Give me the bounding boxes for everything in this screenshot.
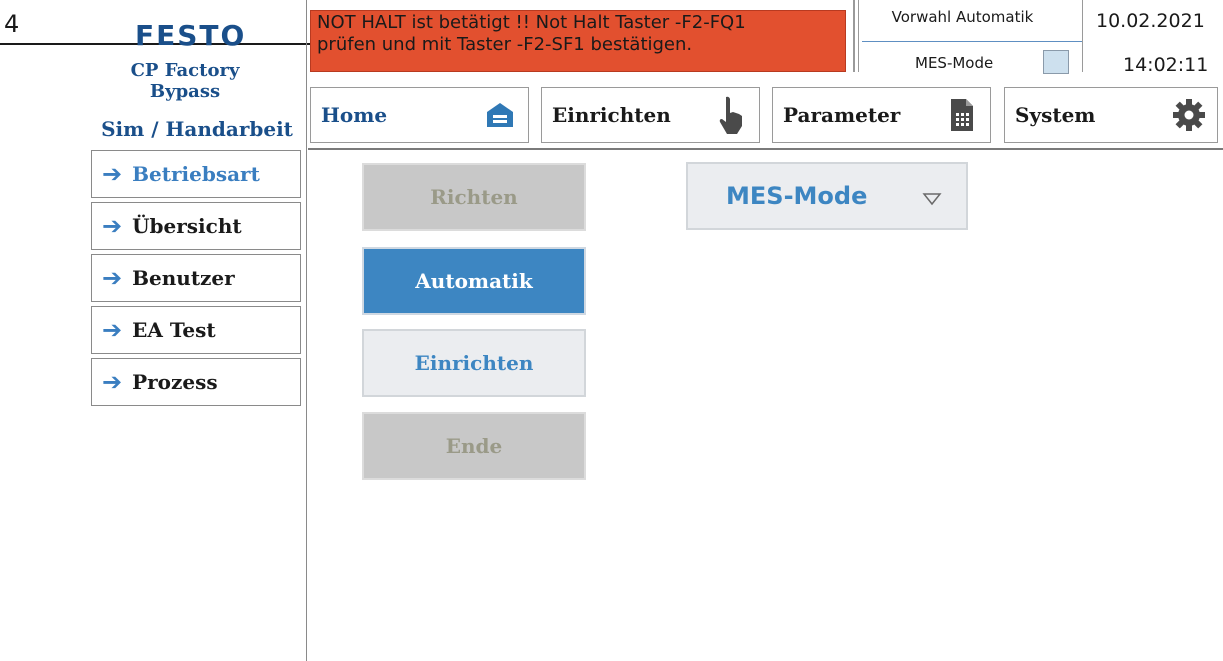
chevron-down-icon (922, 184, 942, 212)
automatik-button[interactable]: Automatik (362, 247, 586, 315)
station-mode: Sim / Handarbeit (101, 117, 293, 141)
mes-mode-value: MES-Mode (726, 182, 868, 210)
home-icon (482, 95, 518, 135)
ende-button[interactable]: Ende (362, 412, 586, 480)
sidebar-item-benutzer[interactable]: ➔ Benutzer (91, 254, 301, 302)
nav-einrichten-button[interactable]: Einrichten (541, 87, 760, 143)
station-line2: Bypass (149, 81, 221, 102)
sidebar-item-label: EA Test (132, 318, 216, 342)
mes-mode-indicator (1043, 50, 1069, 74)
mes-mode-label: MES-Mode (915, 54, 994, 72)
sidebar-item-label: Übersicht (132, 214, 242, 238)
festo-logo: FESTO (135, 19, 247, 52)
alarm-banner[interactable]: NOT HALT ist betätigt !! Not Halt Taster… (310, 10, 846, 72)
sidebar-item-prozess[interactable]: ➔ Prozess (91, 358, 301, 406)
nav-home-label: Home (321, 103, 388, 127)
richten-button[interactable]: Richten (362, 163, 586, 231)
einrichten-button[interactable]: Einrichten (362, 329, 586, 397)
sidebar-item-uebersicht[interactable]: ➔ Übersicht (91, 202, 301, 250)
sidebar-item-label: Benutzer (132, 266, 235, 290)
divider (1082, 0, 1083, 72)
nav-parameter-button[interactable]: Parameter (772, 87, 991, 143)
date-display: 10.02.2021 (1096, 10, 1205, 32)
header-divider (308, 148, 1223, 150)
nav-einrichten-label: Einrichten (552, 103, 671, 127)
nav-home-button[interactable]: Home (310, 87, 529, 143)
sidebar-item-betriebsart[interactable]: ➔ Betriebsart (91, 150, 301, 198)
alarm-line1: NOT HALT ist betätigt !! Not Halt Taster… (317, 12, 746, 33)
arrow-right-icon: ➔ (102, 160, 123, 188)
document-icon (944, 95, 980, 135)
sidebar-divider (306, 0, 307, 661)
arrow-right-icon: ➔ (102, 264, 123, 292)
hand-pointer-icon (713, 95, 749, 135)
preselect-label: Vorwahl Automatik (891, 8, 1034, 26)
arrow-right-icon: ➔ (102, 212, 123, 240)
nav-parameter-label: Parameter (783, 103, 901, 127)
sidebar-item-label: Betriebsart (132, 162, 260, 186)
arrow-right-icon: ➔ (102, 368, 123, 396)
callout-number: 4 (4, 10, 20, 38)
mes-mode-dropdown[interactable]: MES-Mode (686, 162, 968, 230)
gear-icon (1171, 95, 1207, 135)
sidebar-item-ea-test[interactable]: ➔ EA Test (91, 306, 301, 354)
station-line1: CP Factory (130, 60, 240, 81)
sidebar-item-label: Prozess (132, 370, 218, 394)
divider (862, 41, 1082, 42)
arrow-right-icon: ➔ (102, 316, 123, 344)
time-display: 14:02:11 (1123, 54, 1209, 76)
nav-system-label: System (1015, 103, 1096, 127)
divider (858, 0, 859, 72)
alarm-line2: prüfen und mit Taster -F2-SF1 bestätigen… (317, 34, 693, 55)
station-name: CP Factory Bypass (100, 60, 270, 102)
divider (853, 0, 855, 72)
nav-system-button[interactable]: System (1004, 87, 1218, 143)
